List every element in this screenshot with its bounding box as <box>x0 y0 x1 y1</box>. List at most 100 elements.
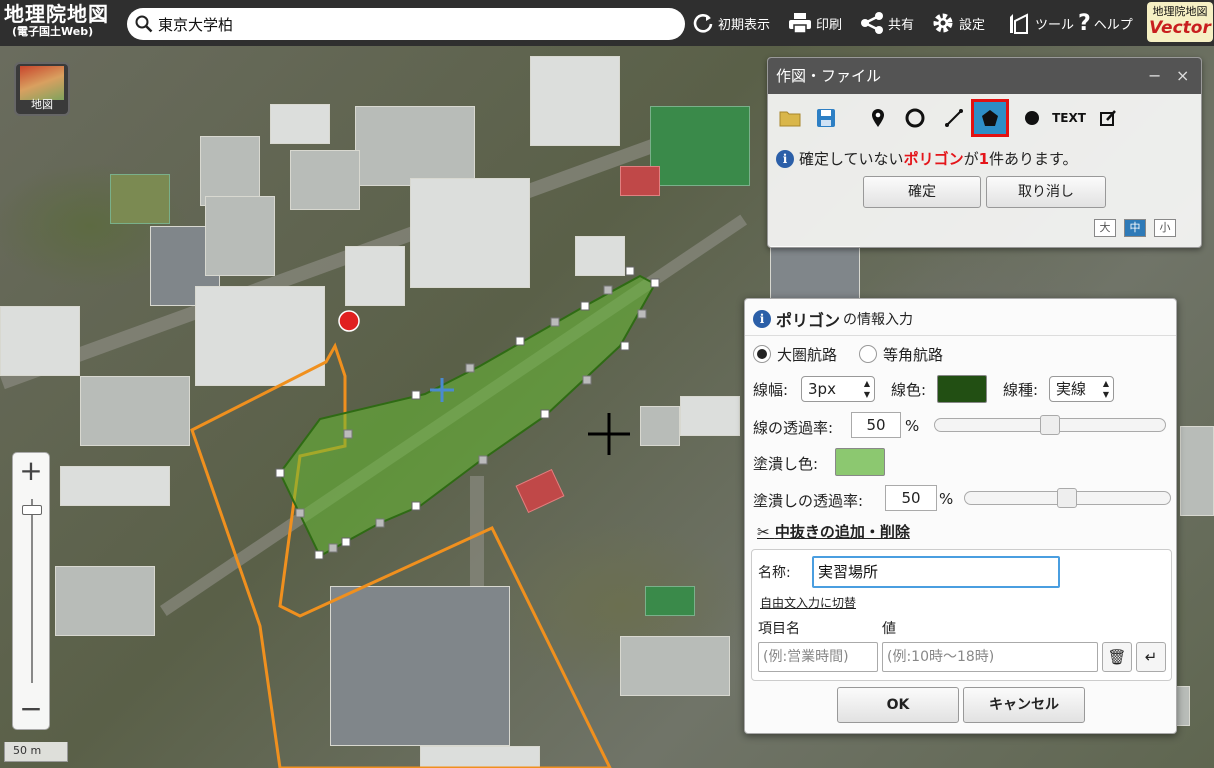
slider-handle[interactable] <box>1040 415 1060 435</box>
line-width-select[interactable]: 3px ▲ ▼ <box>801 376 875 402</box>
cancel-button[interactable]: キャンセル <box>963 687 1085 723</box>
print-label: 印刷 <box>816 17 843 33</box>
help-icon: ? <box>1078 10 1091 36</box>
fill-color-swatch[interactable] <box>835 448 885 476</box>
draw-panel-title: 作図・ファイル <box>776 67 882 85</box>
tools-label: ツール <box>1035 17 1075 33</box>
line-color-swatch[interactable] <box>937 375 987 403</box>
polygon-icon <box>982 110 998 126</box>
circle-tool-button[interactable] <box>899 102 931 134</box>
zoom-out-button[interactable]: − <box>13 691 49 729</box>
confirm-button[interactable]: 確定 <box>863 176 981 208</box>
draw-panel-header[interactable]: 作図・ファイル − × <box>768 58 1201 94</box>
message-pre: 確定していない <box>799 150 904 168</box>
name-field[interactable]: 実習場所 <box>812 556 1060 588</box>
vector-badge-bottom: Vector <box>1149 18 1211 38</box>
text-tool-button[interactable]: TEXT <box>1052 102 1086 134</box>
base-map-button[interactable]: 地図 <box>14 62 70 116</box>
line-color-label: 線色: <box>891 381 927 399</box>
fill-opacity-input[interactable]: 50 <box>885 485 937 511</box>
item-value-input[interactable]: (例:10時〜18時) <box>882 642 1098 672</box>
message-highlight: ポリゴン <box>903 150 964 168</box>
trash-icon: 🗑 <box>1107 648 1127 666</box>
point-icon <box>1025 111 1039 125</box>
reset-view-label: 初期表示 <box>718 17 771 33</box>
crosshair-icon <box>588 413 630 455</box>
close-button[interactable]: × <box>1176 58 1189 94</box>
rhumb-line-option[interactable]: 等角航路 <box>859 344 943 365</box>
settings-button[interactable]: 設定 <box>931 9 985 37</box>
info-icon: i <box>753 310 771 328</box>
zoom-in-button[interactable]: + <box>13 453 49 491</box>
help-label: ヘルプ <box>1093 17 1133 33</box>
marker-icon <box>872 109 884 127</box>
ok-button[interactable]: OK <box>837 687 959 723</box>
message-count: 1 <box>978 149 990 168</box>
line-opacity-label: 線の透過率: <box>753 419 834 437</box>
name-label: 名称: <box>758 565 791 581</box>
draw-file-panel: 作図・ファイル − × TEXT i 確定していない ポリゴン が 1 件ありま… <box>767 57 1202 248</box>
share-button[interactable]: 共有 <box>860 9 914 37</box>
help-button[interactable]: ? ヘルプ <box>1078 9 1133 37</box>
polygon-tool-button[interactable] <box>971 99 1009 137</box>
zoom-slider-track[interactable] <box>31 499 33 683</box>
radio-selected-icon <box>753 345 771 363</box>
tools-button[interactable]: ツール <box>1007 9 1074 37</box>
percent-sign: % <box>939 490 954 508</box>
top-bar: 地理院地図 (電子国土Web) 東京大学柏 初期表示 印刷 共有 設定 ツール … <box>0 0 1214 46</box>
polygon-info-panel: i ポリゴン の情報入力 大圏航路 等角航路 線幅: 3px ▲ ▼ 線色: 線種:… <box>744 298 1177 734</box>
size-medium-button[interactable]: 中 <box>1124 219 1146 237</box>
open-folder-icon <box>779 111 801 127</box>
line-opacity-slider[interactable] <box>934 415 1166 435</box>
item-name-input[interactable]: (例:営業時間) <box>758 642 878 672</box>
search-input[interactable]: 東京大学柏 <box>127 8 685 40</box>
scale-bar: 50 m <box>4 742 68 762</box>
edit-tool-button[interactable] <box>1092 102 1124 134</box>
message-mid: が <box>963 150 979 168</box>
printer-icon <box>789 13 811 34</box>
reload-icon <box>693 14 713 33</box>
delete-row-button[interactable]: 🗑 <box>1102 642 1132 672</box>
line-type-select[interactable]: 実線 ▲ ▼ <box>1049 376 1114 402</box>
print-button[interactable]: 印刷 <box>788 9 842 37</box>
point-tool-button[interactable] <box>1016 102 1048 134</box>
logo-subtitle: (電子国土Web) <box>12 25 94 38</box>
cancel-drawing-button[interactable]: 取り消し <box>986 176 1106 208</box>
logo-title: 地理院地図 <box>4 2 109 26</box>
marker-tool-button[interactable] <box>862 102 894 134</box>
slider-handle[interactable] <box>1057 488 1077 508</box>
polygon-panel-title: i ポリゴン の情報入力 <box>753 307 913 331</box>
radio-empty-icon <box>859 345 877 363</box>
vector-map-badge[interactable]: 地理院地図 Vector <box>1147 2 1213 42</box>
fill-opacity-label: 塗潰しの透過率: <box>753 492 864 510</box>
message-post: 件あります。 <box>989 150 1078 168</box>
base-map-label: 地図 <box>31 98 53 111</box>
return-icon: ↵ <box>1144 648 1158 666</box>
great-circle-option[interactable]: 大圏航路 <box>753 344 837 365</box>
open-file-button[interactable] <box>774 102 806 134</box>
stepper-icon: ▲ ▼ <box>863 379 870 399</box>
size-large-button[interactable]: 大 <box>1094 219 1116 237</box>
stepper-icon: ▲ ▼ <box>1102 379 1109 399</box>
size-small-button[interactable]: 小 <box>1154 219 1176 237</box>
add-row-button[interactable]: ↵ <box>1136 642 1166 672</box>
vector-badge-top: 地理院地図 <box>1152 5 1208 18</box>
line-width-label: 線幅: <box>753 381 789 399</box>
search-icon <box>135 15 153 33</box>
app-logo[interactable]: 地理院地図 (電子国土Web) <box>4 4 109 37</box>
zoom-slider-handle[interactable] <box>22 505 42 515</box>
circle-icon <box>905 108 925 128</box>
free-text-toggle-link[interactable]: 自由文入力に切替 <box>760 594 856 611</box>
reset-view-button[interactable]: 初期表示 <box>692 9 770 37</box>
save-file-button[interactable] <box>810 102 842 134</box>
fill-color-label: 塗潰し色: <box>753 455 819 473</box>
minimize-button[interactable]: − <box>1148 58 1161 94</box>
tools-icon <box>1010 13 1028 34</box>
search-value: 東京大学柏 <box>158 15 234 34</box>
line-opacity-input[interactable]: 50 <box>851 412 901 438</box>
line-icon <box>945 109 963 127</box>
hole-edit-link[interactable]: ✂ 中抜きの追加・削除 <box>757 521 910 542</box>
fill-opacity-slider[interactable] <box>964 488 1171 508</box>
line-tool-button[interactable] <box>938 102 970 134</box>
info-icon: i <box>776 149 794 168</box>
